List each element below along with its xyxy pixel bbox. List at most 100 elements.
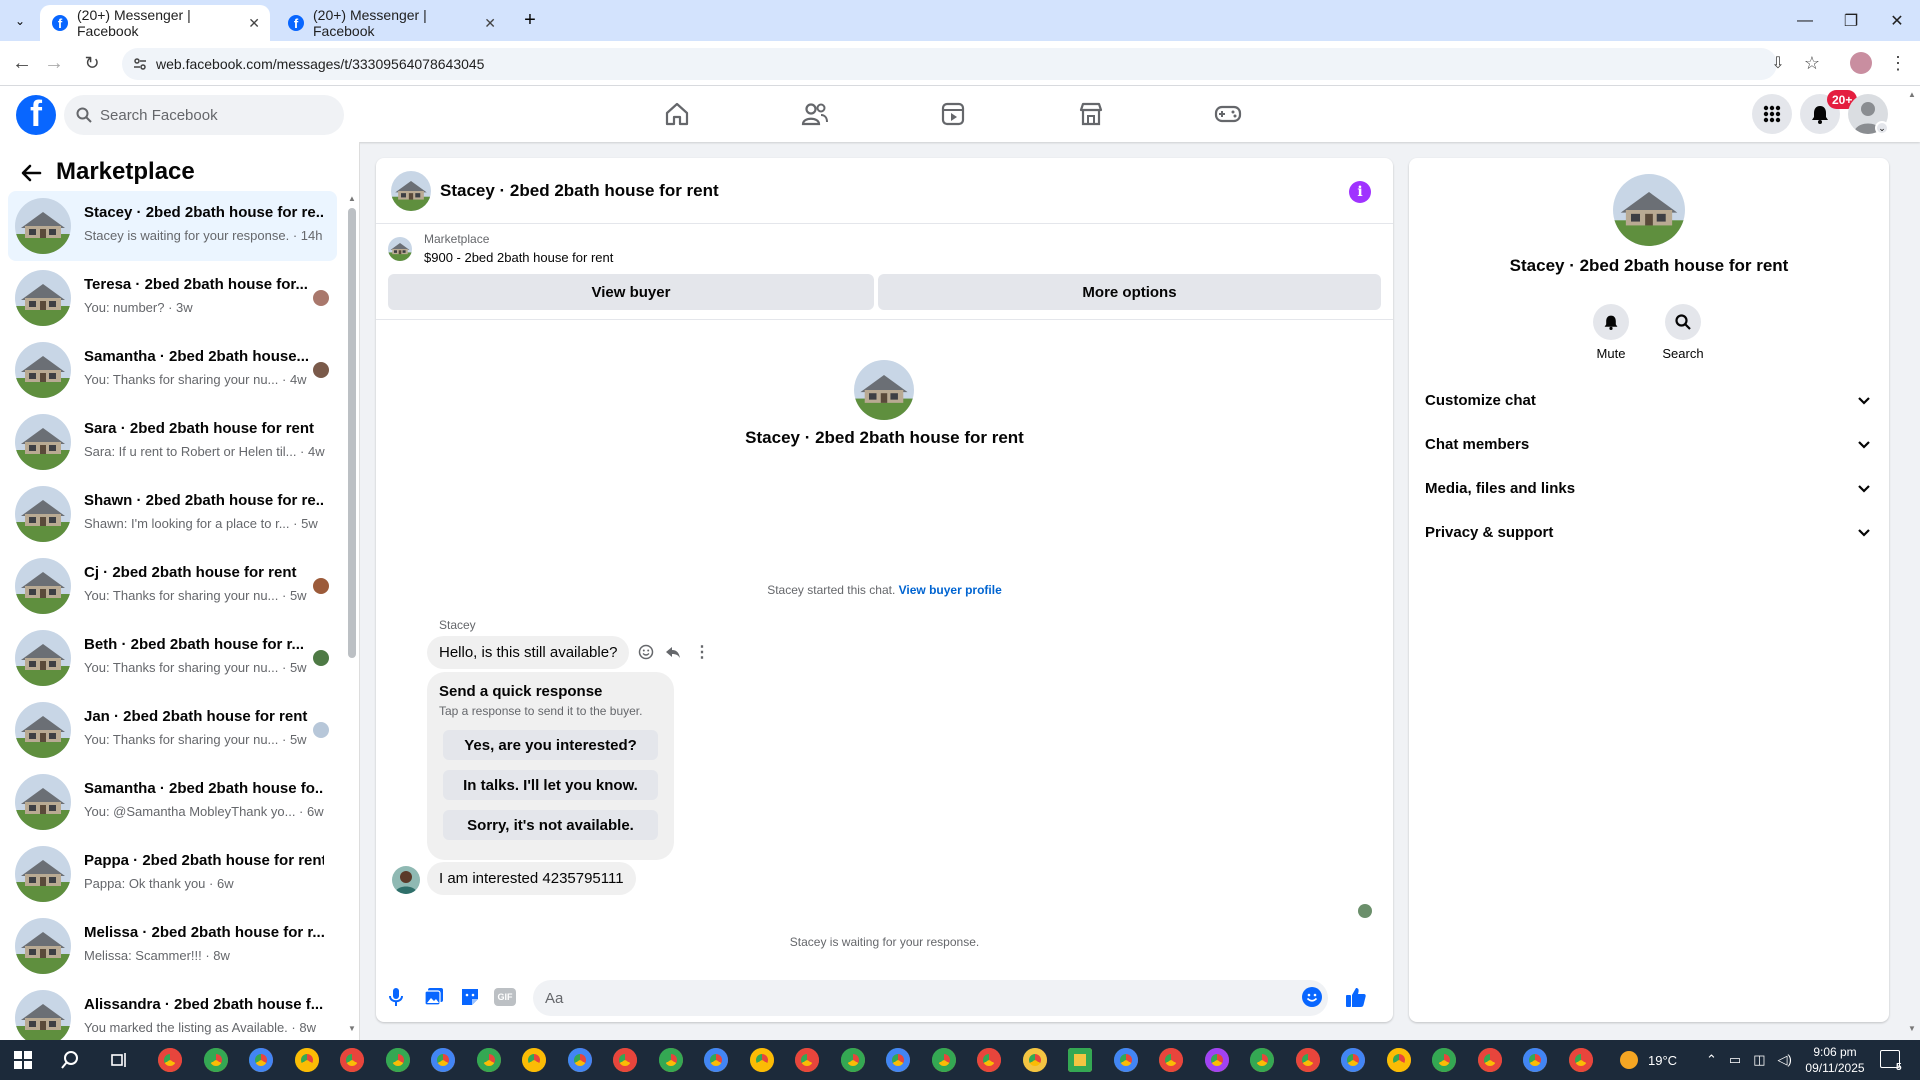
conversation-item[interactable]: Samantha · 2bed 2bath house... You: Thank… (8, 335, 337, 405)
conversation-item[interactable]: Alissandra · 2bed 2bath house f... You ma… (8, 983, 337, 1040)
quick-response-yes-button[interactable]: Yes, are you interested? (443, 730, 658, 760)
task-view-icon[interactable] (110, 1051, 128, 1069)
incoming-message[interactable]: Hello, is this still available? (427, 636, 630, 669)
menu-grid-icon[interactable] (1752, 94, 1792, 134)
like-thumb-icon[interactable] (1345, 986, 1367, 1008)
more-actions-icon[interactable]: ⋮ (694, 642, 710, 662)
volume-icon[interactable]: ◁) (1778, 1052, 1792, 1068)
tab-close-icon[interactable]: ✕ (248, 15, 260, 32)
conversation-item[interactable]: Shawn · 2bed 2bath house for re... Shawn:… (8, 479, 337, 549)
restore-icon[interactable]: ❐ (1828, 0, 1874, 41)
home-icon[interactable] (621, 86, 733, 142)
listing-thumbnail[interactable] (388, 237, 412, 261)
view-buyer-profile-link[interactable]: View buyer profile (899, 583, 1002, 597)
url-field[interactable]: web.facebook.com/messages/t/333095640786… (122, 48, 1777, 80)
chrome-app-icon[interactable] (1204, 1048, 1229, 1072)
browser-tab-1[interactable]: f (20+) Messenger | Facebook ✕ (40, 5, 270, 41)
chrome-app-icon[interactable] (749, 1048, 774, 1072)
video-icon[interactable] (897, 86, 1009, 142)
chrome-app-icon[interactable] (158, 1048, 182, 1072)
reload-icon[interactable]: ↻ (78, 49, 106, 77)
reply-icon[interactable] (665, 644, 681, 660)
chrome-app-icon[interactable] (1250, 1048, 1274, 1072)
conversation-item[interactable]: Samantha · 2bed 2bath house fo... You: @S… (8, 767, 337, 837)
conversation-item[interactable]: Sara · 2bed 2bath house for rent Sara: If… (8, 407, 337, 477)
facebook-logo[interactable]: f (16, 95, 56, 135)
minimize-icon[interactable]: — (1782, 0, 1828, 41)
chat-avatar[interactable] (391, 171, 431, 211)
window-close-icon[interactable]: ✕ (1874, 0, 1920, 41)
new-tab-icon[interactable]: + (518, 8, 542, 32)
forward-icon[interactable]: → (40, 49, 68, 77)
listing-text[interactable]: $900 - 2bed 2bath house for rent (424, 250, 613, 265)
chrome-app-icon[interactable] (567, 1048, 592, 1072)
quick-response-in-talks-button[interactable]: In talks. I'll let you know. (443, 770, 658, 800)
profile-avatar[interactable] (1850, 52, 1872, 74)
conversation-item[interactable]: Melissa · 2bed 2bath house for r... Melis… (8, 911, 337, 981)
chrome-app-icon[interactable] (977, 1048, 1001, 1072)
gif-icon[interactable]: GIF (494, 988, 516, 1006)
tab-close-icon[interactable]: ✕ (484, 15, 496, 32)
sender-avatar[interactable] (392, 866, 420, 894)
chrome-app-icon[interactable] (1523, 1048, 1547, 1072)
gaming-icon[interactable] (1172, 86, 1284, 142)
chrome-app-icon[interactable] (1159, 1048, 1183, 1072)
page-scroll-down-icon[interactable]: ▼ (1908, 1024, 1916, 1033)
chrome-app-icon[interactable] (203, 1048, 228, 1072)
chrome-app-icon[interactable] (658, 1048, 683, 1072)
chrome-app-icon[interactable] (476, 1048, 501, 1072)
clock[interactable]: 9:06 pm 09/11/2025 (1800, 1040, 1870, 1080)
chrome-app-icon[interactable] (1341, 1048, 1365, 1072)
quick-response-unavailable-button[interactable]: Sorry, it's not available. (443, 810, 658, 840)
chrome-app-icon[interactable] (340, 1048, 364, 1072)
more-options-button[interactable]: More options (878, 274, 1381, 310)
chat-profile-avatar[interactable] (854, 360, 914, 420)
scroll-down-icon[interactable]: ▼ (348, 1024, 356, 1033)
install-app-icon[interactable]: ⇩ (1764, 49, 1792, 77)
chrome-app-icon[interactable] (931, 1048, 956, 1072)
chrome-app-icon[interactable] (294, 1048, 319, 1072)
customize-chat-section[interactable]: Customize chat (1425, 378, 1873, 422)
conversation-item[interactable]: Cj · 2bed 2bath house for rent You: Thank… (8, 551, 337, 621)
react-icon[interactable] (638, 644, 654, 660)
chrome-app-icon[interactable] (704, 1048, 728, 1072)
sticker-icon[interactable] (460, 987, 480, 1007)
file-explorer-icon[interactable] (1068, 1048, 1092, 1072)
chrome-app-icon[interactable] (249, 1048, 273, 1072)
browser-tab-2[interactable]: f (20+) Messenger | Facebook ✕ (276, 5, 506, 41)
marketplace-icon[interactable] (1035, 86, 1147, 142)
privacy-support-section[interactable]: Privacy & support (1425, 510, 1873, 554)
info-icon[interactable]: i (1349, 181, 1371, 203)
microphone-icon[interactable] (388, 987, 404, 1007)
account-chevron-icon[interactable]: ⌄ (1875, 121, 1889, 135)
friends-icon[interactable] (759, 86, 871, 142)
network-icon[interactable]: ▭ (1729, 1052, 1741, 1068)
taskbar-search-icon[interactable] (60, 1050, 80, 1070)
media-files-links-section[interactable]: Media, files and links (1425, 466, 1873, 510)
site-info-icon[interactable] (132, 56, 148, 72)
chrome-app-icon[interactable] (1386, 1048, 1411, 1072)
mute-button[interactable]: Mute (1581, 304, 1641, 361)
search-conversation-button[interactable]: Search (1653, 304, 1713, 361)
chat-members-section[interactable]: Chat members (1425, 422, 1873, 466)
conversation-item[interactable]: Pappa · 2bed 2bath house for rent Pappa: … (8, 839, 337, 909)
chat-title[interactable]: Stacey · 2bed 2bath house for rent (440, 181, 719, 201)
chrome-app-icon[interactable] (1295, 1048, 1320, 1072)
chrome-app-icon[interactable] (613, 1048, 637, 1072)
conversation-item[interactable]: Jan · 2bed 2bath house for rent You: Than… (8, 695, 337, 765)
weather-widget[interactable]: 19°C (1620, 1040, 1677, 1080)
chrome-app-icon[interactable] (1568, 1048, 1593, 1072)
view-buyer-button[interactable]: View buyer (388, 274, 874, 310)
browser-menu-icon[interactable]: ⋮ (1884, 49, 1912, 77)
onedrive-icon[interactable]: ◫ (1753, 1052, 1765, 1068)
chrome-app-icon[interactable] (431, 1048, 455, 1072)
search-input[interactable]: Search Facebook (64, 95, 344, 135)
chrome-app-icon[interactable] (1022, 1048, 1047, 1072)
back-icon[interactable]: ← (8, 49, 36, 77)
back-arrow-icon[interactable] (20, 162, 42, 184)
chrome-app-icon[interactable] (522, 1048, 546, 1072)
bookmark-star-icon[interactable]: ☆ (1798, 49, 1826, 77)
page-scroll-up-icon[interactable]: ▲ (1908, 90, 1916, 99)
chrome-app-icon[interactable] (1432, 1048, 1456, 1072)
tray-chevron-icon[interactable]: ⌃ (1706, 1052, 1717, 1068)
